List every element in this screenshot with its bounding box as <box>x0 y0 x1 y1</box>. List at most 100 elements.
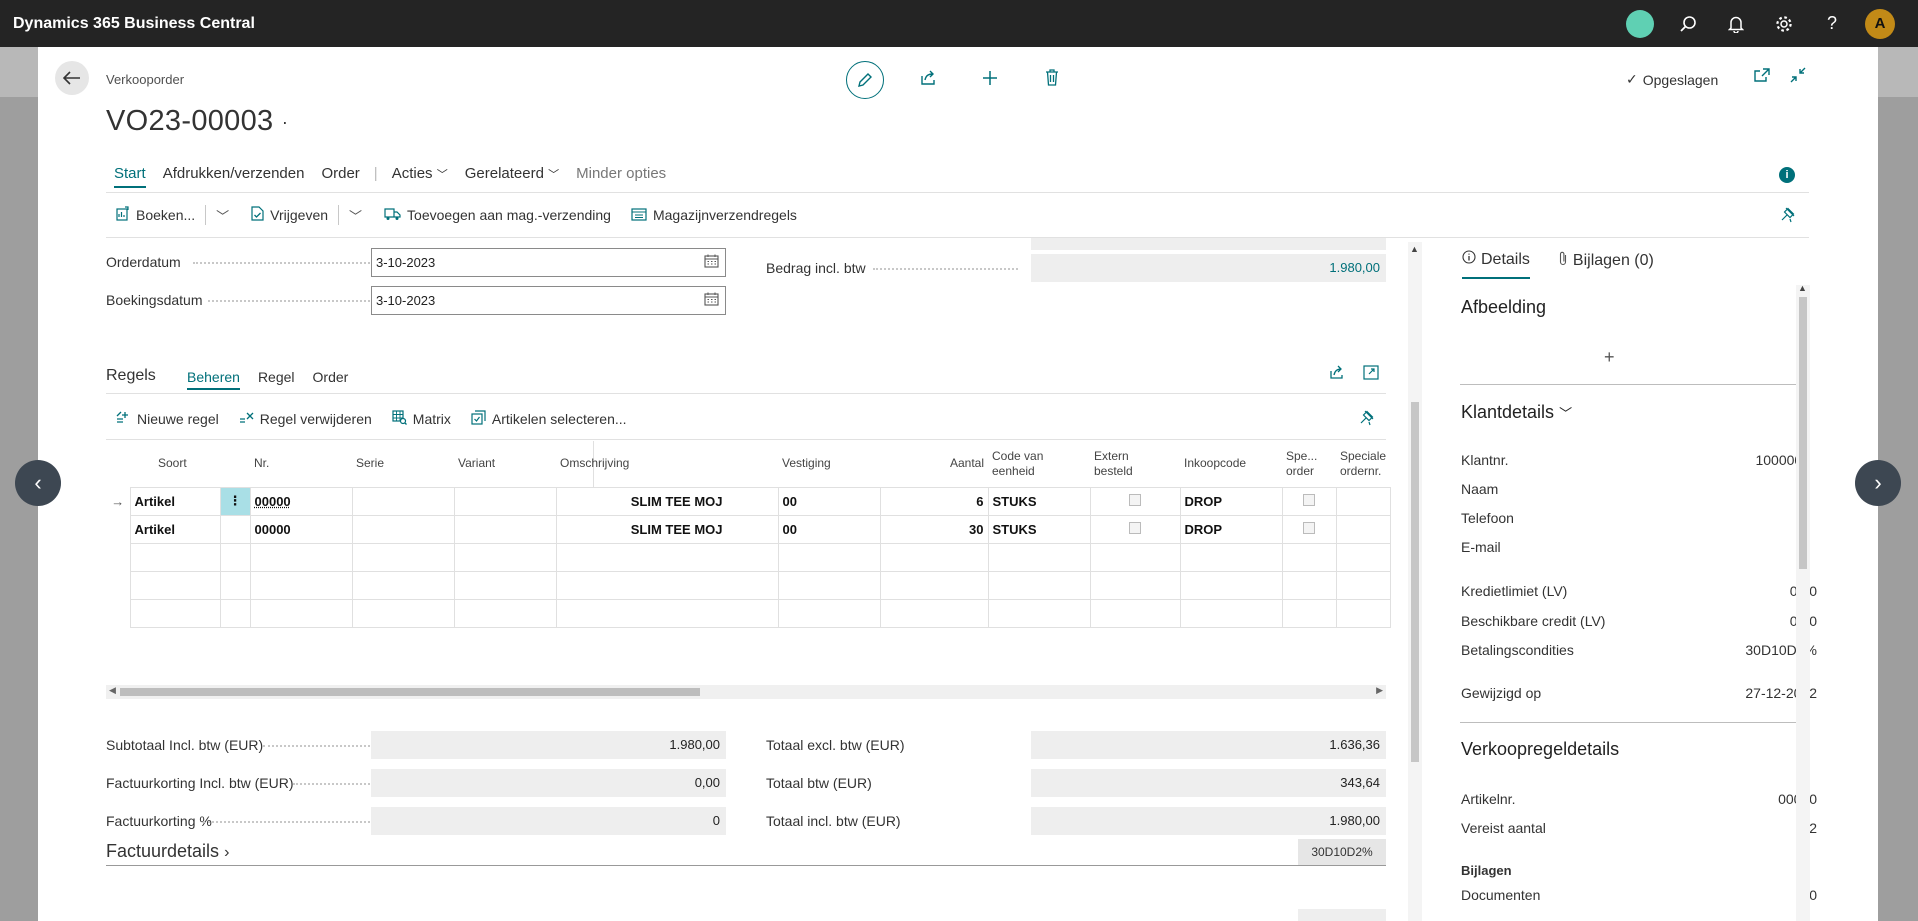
table-row[interactable] <box>106 542 1391 572</box>
tab-gerelateerd[interactable]: Gerelateerd ﹀ <box>465 165 559 188</box>
column-variant[interactable]: Variant <box>454 441 556 487</box>
tab-regel[interactable]: Regel <box>258 369 295 390</box>
share-icon[interactable] <box>1328 365 1345 383</box>
app-title[interactable]: Dynamics 365 Business Central <box>13 15 1616 33</box>
previous-record-button[interactable]: ‹ <box>15 460 61 506</box>
cell-soort[interactable]: Artikel <box>129 486 221 516</box>
toevoegen-mag-verzending-button[interactable]: Toevoegen aan mag.-verzending <box>384 207 611 224</box>
cell-variant[interactable] <box>453 514 557 544</box>
pin-icon[interactable] <box>1781 207 1796 227</box>
cell[interactable] <box>1089 598 1181 628</box>
matrix-button[interactable]: Matrix <box>392 410 451 428</box>
bedrag-incl-btw-value[interactable]: 1.980,00 <box>1031 254 1386 282</box>
cell-nr[interactable]: 00000 <box>249 514 353 544</box>
cell[interactable] <box>555 598 779 628</box>
column-extern-besteld[interactable]: Extern besteld <box>1090 441 1180 487</box>
cell-serie[interactable] <box>351 514 455 544</box>
tab-start[interactable]: Start <box>114 165 146 188</box>
cell[interactable] <box>777 598 881 628</box>
cell-extern-besteld[interactable] <box>1089 486 1181 516</box>
scroll-right-icon[interactable]: ▶ <box>1376 685 1383 696</box>
column-speciale-ordernr[interactable]: Speciale ordernr. <box>1336 441 1390 487</box>
column-omschrijving[interactable]: Omschrijving <box>556 441 778 487</box>
column-inkoopcode[interactable]: Inkoopcode <box>1180 441 1282 487</box>
cell-eenheid[interactable]: STUKS <box>987 514 1091 544</box>
row-menu-icon[interactable]: ⋮ <box>219 486 251 516</box>
delete-button[interactable] <box>1034 69 1070 91</box>
factuurkorting-pct-value[interactable]: 0 <box>371 807 726 835</box>
cell[interactable] <box>1281 542 1337 572</box>
open-in-new-window-icon[interactable] <box>1754 67 1770 88</box>
cell-inkoopcode[interactable]: DROP <box>1179 514 1283 544</box>
cell-vestiging[interactable]: 00 <box>777 514 881 544</box>
cell[interactable] <box>219 570 251 600</box>
tab-bijlagen[interactable]: Bijlagen (0) <box>1558 250 1654 279</box>
cell-aantal[interactable]: 6 <box>879 486 989 516</box>
cell[interactable] <box>1335 542 1391 572</box>
scroll-up-icon[interactable]: ▲ <box>1798 283 1807 293</box>
cell[interactable] <box>1281 598 1337 628</box>
table-row[interactable] <box>106 570 1391 600</box>
info-icon[interactable]: i <box>1779 167 1795 183</box>
cell[interactable] <box>1179 570 1283 600</box>
back-button[interactable] <box>55 61 89 95</box>
documenten-value[interactable]: 0 <box>1809 887 1817 903</box>
calendar-icon[interactable] <box>704 254 719 271</box>
cell[interactable] <box>879 542 989 572</box>
cell-variant[interactable] <box>453 486 557 516</box>
checkbox[interactable] <box>1303 521 1315 534</box>
cell[interactable] <box>1179 598 1283 628</box>
totaal-btw-value[interactable]: 343,64 <box>1031 769 1386 797</box>
checkbox[interactable] <box>1129 493 1141 506</box>
cell[interactable] <box>129 598 221 628</box>
chevron-down-icon[interactable]: ﹀ <box>216 206 229 225</box>
cell[interactable] <box>987 570 1091 600</box>
cell-omschrijving[interactable]: SLIM TEE MOJ <box>555 514 779 544</box>
cell-soort[interactable]: Artikel <box>129 514 221 544</box>
klantdetails-title[interactable]: Klantdetails ﹀ <box>1461 402 1572 423</box>
expand-icon[interactable] <box>1363 365 1379 383</box>
table-row[interactable] <box>106 598 1391 628</box>
checkbox[interactable] <box>1129 521 1141 534</box>
cell-nr[interactable]: 00000 <box>249 486 353 516</box>
orderdatum-input[interactable]: 3-10-2023 <box>371 248 726 277</box>
cell[interactable] <box>351 570 455 600</box>
row-menu-cell[interactable] <box>219 514 251 544</box>
cell[interactable] <box>351 542 455 572</box>
horizontal-scrollbar[interactable]: ◀ ▶ <box>106 685 1386 699</box>
tab-minder-opties[interactable]: Minder opties <box>576 165 666 188</box>
cell-speciale-ordernr[interactable] <box>1335 514 1391 544</box>
cell[interactable] <box>987 598 1091 628</box>
regel-verwijderen-button[interactable]: Regel verwijderen <box>239 411 372 428</box>
cell[interactable] <box>219 598 251 628</box>
pin-icon[interactable] <box>1360 410 1375 430</box>
column-soort[interactable]: Soort <box>130 441 220 487</box>
column-eenheid[interactable]: Code van eenheid <box>988 441 1090 487</box>
cell[interactable] <box>1179 542 1283 572</box>
search-icon[interactable] <box>1664 0 1712 47</box>
cell-speciale-order[interactable] <box>1281 486 1337 516</box>
cell[interactable] <box>453 570 557 600</box>
cell[interactable] <box>129 542 221 572</box>
tab-regels-order[interactable]: Order <box>313 369 349 390</box>
cell-inkoopcode[interactable]: DROP <box>1179 486 1283 516</box>
cell[interactable] <box>249 570 353 600</box>
tab-acties[interactable]: Acties ﹀ <box>392 165 448 188</box>
new-button[interactable] <box>972 70 1008 91</box>
column-aantal[interactable]: Aantal <box>880 441 988 487</box>
artikelen-selecteren-button[interactable]: Artikelen selecteren... <box>471 410 627 428</box>
edit-button[interactable] <box>846 61 884 99</box>
cell[interactable] <box>219 542 251 572</box>
vrijgeven-button[interactable]: Vrijgeven <box>251 206 328 224</box>
scrollbar-thumb[interactable] <box>120 688 700 696</box>
scrollbar-thumb[interactable] <box>1411 402 1419 762</box>
column-nr[interactable]: Nr. <box>250 441 352 487</box>
collapse-icon[interactable] <box>1790 67 1806 88</box>
boekingsdatum-input[interactable]: 3-10-2023 <box>371 286 726 315</box>
cell[interactable] <box>249 598 353 628</box>
factuurkorting-value[interactable]: 0,00 <box>371 769 726 797</box>
cell[interactable] <box>249 542 353 572</box>
cell[interactable] <box>777 570 881 600</box>
next-record-button[interactable]: › <box>1855 460 1901 506</box>
scrollbar-thumb[interactable] <box>1799 297 1807 569</box>
